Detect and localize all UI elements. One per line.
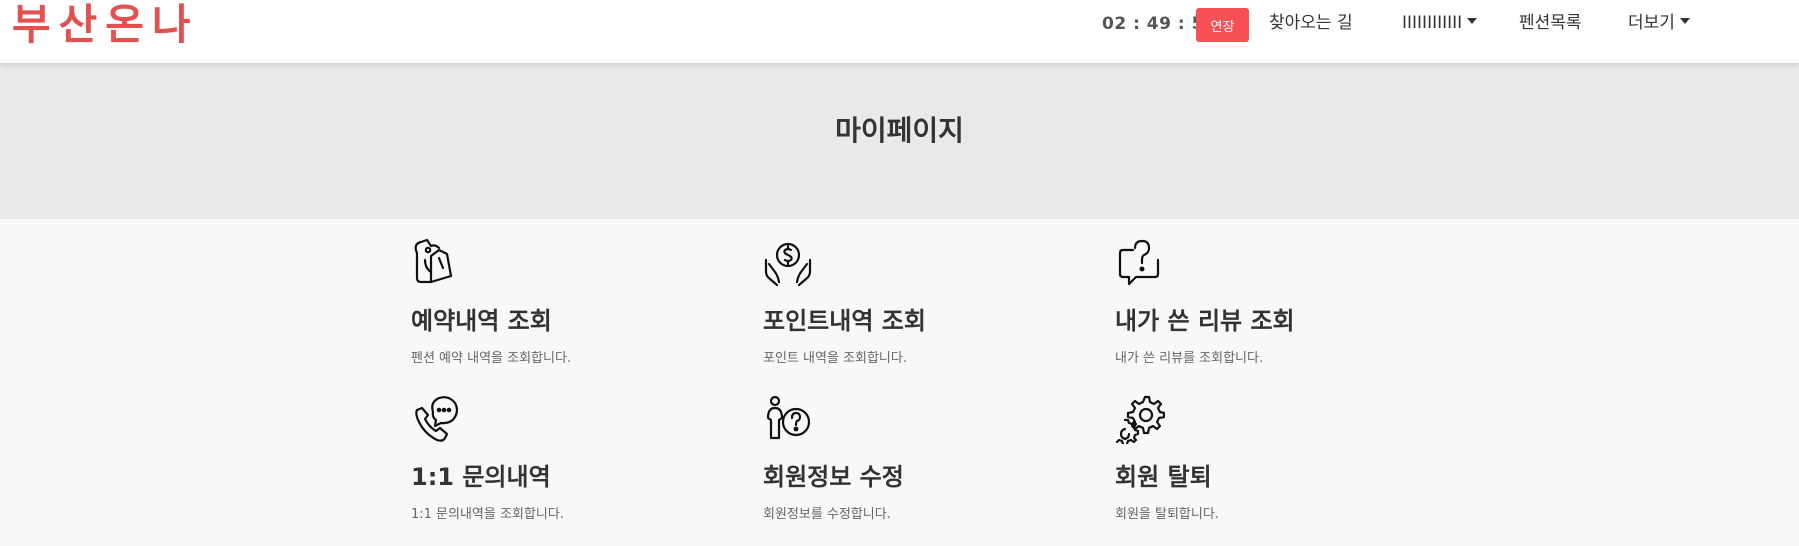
card-description: 1:1 문의내역을 조회합니다. <box>411 507 564 522</box>
card-point-history[interactable]: 포인트내역 조회 포인트 내역을 조회합니다. <box>763 238 1083 378</box>
reservation-icon <box>414 238 453 284</box>
card-description: 회원정보를 수정합니다. <box>763 507 891 522</box>
card-title: 내가 쓴 리뷰 조회 <box>1115 307 1295 335</box>
card-my-reviews[interactable]: 내가 쓴 리뷰 조회 내가 쓴 리뷰를 조회합니다. <box>1115 238 1435 378</box>
card-title: 회원 탈퇴 <box>1115 463 1212 491</box>
nav-pension-list-label: 펜션목록 <box>1519 13 1582 33</box>
card-title: 회원정보 수정 <box>763 463 904 491</box>
card-withdraw-membership[interactable]: 회원 탈퇴 회원을 탈퇴합니다. <box>1115 394 1435 534</box>
card-reservation-history[interactable]: 예약내역 조회 펜션 예약 내역을 조회합니다. <box>411 238 731 378</box>
nav-dropdown-user-label: IIIIIIIIIIII <box>1402 13 1463 33</box>
card-description: 포인트 내역을 조회합니다. <box>763 351 907 366</box>
extend-session-button[interactable]: 연장 <box>1196 8 1249 42</box>
nav-more-label: 더보기 <box>1628 13 1675 33</box>
nav-dropdown-user[interactable]: IIIIIIIIIIII <box>1402 12 1478 34</box>
point-coin-icon <box>764 242 812 287</box>
user-question-icon <box>766 395 811 440</box>
gears-icon <box>1115 395 1165 444</box>
review-question-icon <box>1118 239 1160 286</box>
card-title: 예약내역 조회 <box>411 307 552 335</box>
site-logo[interactable]: 부산온나 <box>12 2 199 48</box>
caret-down-icon <box>1467 18 1478 24</box>
card-title: 포인트내역 조회 <box>763 307 926 335</box>
caret-down-icon <box>1679 18 1690 24</box>
card-description: 회원을 탈퇴합니다. <box>1115 507 1219 522</box>
nav-directions[interactable]: 찾아오는 길 <box>1269 12 1353 34</box>
phone-chat-icon <box>415 396 459 442</box>
page-header-banner: 마이페이지 <box>0 63 1799 219</box>
page-title: 마이페이지 <box>835 114 964 147</box>
card-inquiry-history[interactable]: 1:1 문의내역 1:1 문의내역을 조회합니다. <box>411 394 731 534</box>
nav-more-dropdown[interactable]: 더보기 <box>1628 12 1690 34</box>
card-description: 펜션 예약 내역을 조회합니다. <box>411 351 572 366</box>
nav-pension-list[interactable]: 펜션목록 <box>1519 12 1582 34</box>
nav-directions-label: 찾아오는 길 <box>1269 13 1353 33</box>
card-description: 내가 쓴 리뷰를 조회합니다. <box>1115 351 1264 366</box>
card-edit-profile[interactable]: 회원정보 수정 회원정보를 수정합니다. <box>763 394 1083 534</box>
top-navbar: 부산온나 02 : 49 : 53 연장 찾아오는 길 IIIIIIIIIIII… <box>0 0 1799 63</box>
card-title: 1:1 문의내역 <box>411 463 551 491</box>
